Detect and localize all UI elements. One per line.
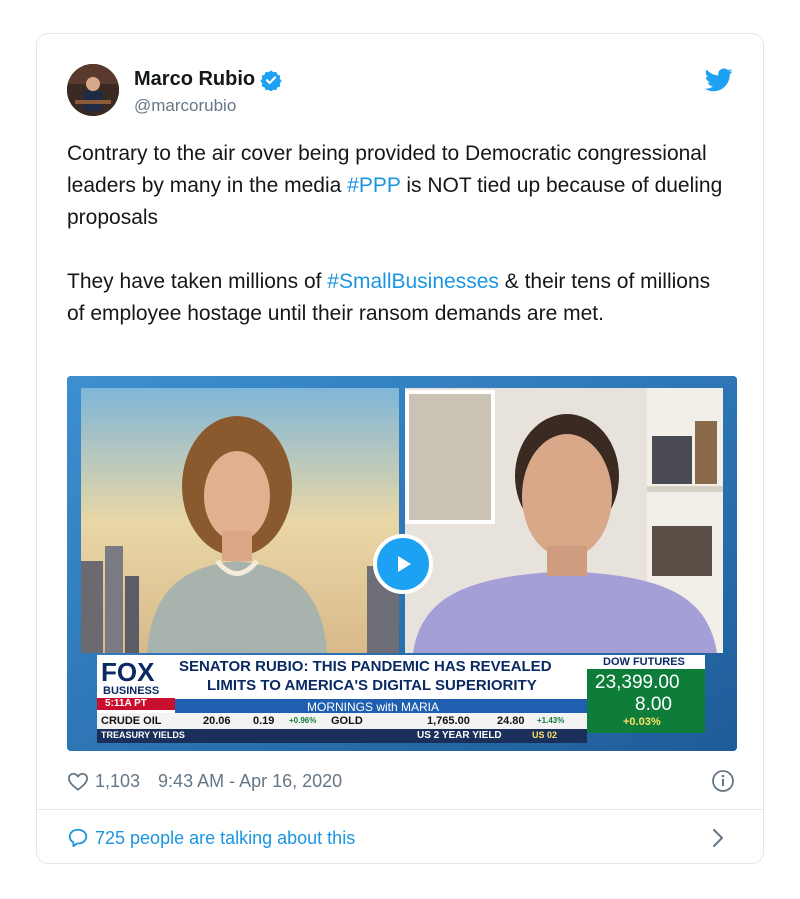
tweet-card[interactable]: Marco Rubio @marcorubio Contrary to the … <box>36 33 764 864</box>
crude-label: CRUDE OIL <box>101 715 162 727</box>
gold-label: GOLD <box>331 715 363 727</box>
crude-change: 0.19 <box>253 715 275 727</box>
play-button[interactable] <box>373 534 433 594</box>
crude-percent: +0.96% <box>289 716 317 725</box>
avatar[interactable] <box>67 64 119 116</box>
dow-change: 8.00 <box>635 694 672 715</box>
hashtag-ppp-link[interactable]: #PPP <box>347 174 400 197</box>
tweet-paragraph: Contrary to the air cover being provided… <box>67 138 727 234</box>
info-icon[interactable] <box>711 769 735 793</box>
handle[interactable]: @marcorubio <box>134 96 236 116</box>
like-count: 1,103 <box>95 770 141 791</box>
conversation-count-label: 725 people are talking about this <box>95 827 356 848</box>
tweet-text: Contrary to the air cover being provided… <box>67 138 727 362</box>
time-badge: 5:11A PT <box>105 698 147 709</box>
treasury-label: TREASURY YIELDS <box>101 730 185 740</box>
us2-yield-label: US 2 YEAR YIELD <box>417 730 502 741</box>
chevron-right-icon <box>713 829 723 847</box>
gold-change: 24.80 <box>497 715 525 727</box>
play-icon <box>398 556 411 572</box>
network-sub-label: BUSINESS <box>103 685 160 697</box>
headline-line-1: SENATOR RUBIO: THIS PANDEMIC HAS REVEALE… <box>179 658 552 675</box>
reply-bubble-icon <box>68 828 88 848</box>
heart-icon <box>67 772 89 791</box>
gold-percent: +1.43% <box>537 716 565 725</box>
twitter-bird-icon[interactable] <box>705 68 733 92</box>
gold-value: 1,765.00 <box>427 715 470 727</box>
verified-badge-icon <box>260 69 282 91</box>
crude-value: 20.06 <box>203 715 231 727</box>
network-logo: FOX <box>101 657 155 687</box>
tweet-paragraph: They have taken millions of #SmallBusine… <box>67 266 727 330</box>
video-player[interactable]: FOX BUSINESS 5:11A PT SENATOR RUBIO: THI… <box>67 376 737 751</box>
show-name: MORNINGS with MARIA <box>307 700 440 714</box>
headline-line-2: LIMITS TO AMERICA'S DIGITAL SUPERIORITY <box>207 677 537 694</box>
tweet-timestamp-link[interactable]: 9:43 AM - Apr 16, 2020 <box>158 771 342 792</box>
divider <box>37 809 763 810</box>
dow-label: DOW FUTURES <box>603 656 685 668</box>
dow-percent: +0.03% <box>623 716 661 728</box>
display-name[interactable]: Marco Rubio <box>134 68 255 91</box>
dow-value: 23,399.00 <box>595 672 680 693</box>
conversation-link[interactable]: 725 people are talking about this <box>67 823 735 853</box>
us2-yield-tag: US 02 <box>532 730 558 740</box>
like-button[interactable]: 1,103 <box>67 771 140 792</box>
hashtag-smallbusinesses-link[interactable]: #SmallBusinesses <box>327 270 499 293</box>
tweet-text-segment: They have taken millions of <box>67 270 328 293</box>
